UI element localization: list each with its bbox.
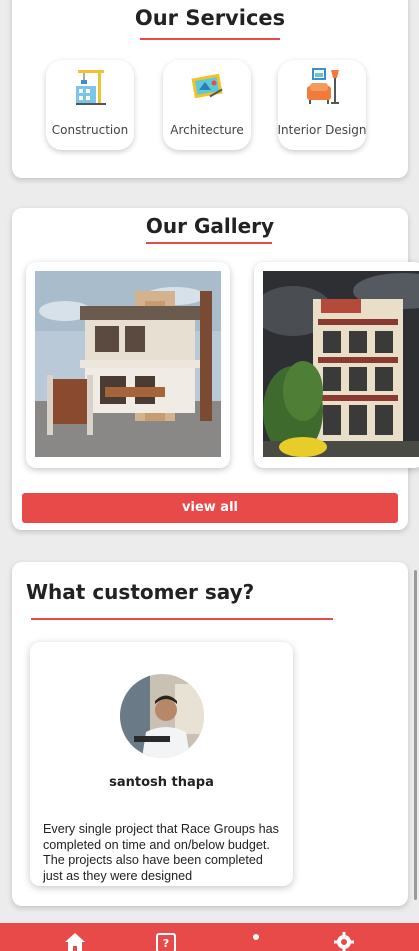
gallery-card: Our Gallery view all	[12, 208, 419, 530]
construction-icon	[76, 70, 106, 105]
services-card: Our Services Construction Architecture I…	[12, 0, 408, 178]
service-label: Construction	[51, 123, 129, 137]
architecture-icon	[191, 73, 223, 99]
scrollbar[interactable]	[414, 570, 417, 900]
gallery-item-building[interactable]	[254, 262, 419, 468]
interior-design-icon	[307, 68, 339, 104]
gallery-underline	[146, 242, 272, 244]
testimonial-quote: Every single project that Race Groups ha…	[43, 822, 279, 883]
service-architecture[interactable]: Architecture	[163, 60, 251, 150]
help-icon[interactable]: ?	[155, 931, 177, 951]
testimonials-card: What customer say? santosh thapa Every s…	[12, 562, 408, 906]
testimonials-title: What customer say?	[26, 580, 255, 604]
testimonial-author: santosh thapa	[109, 775, 214, 790]
gallery-item-house[interactable]	[26, 262, 230, 468]
home-icon[interactable]	[64, 931, 86, 951]
building-photo	[263, 271, 419, 457]
avatar	[120, 674, 204, 758]
service-construction[interactable]: Construction	[46, 60, 134, 150]
bottom-navigation: ?	[0, 923, 419, 951]
view-all-button[interactable]: view all	[22, 493, 398, 523]
services-title: Our Services	[134, 6, 286, 30]
gallery-title: Our Gallery	[145, 214, 275, 238]
testimonial-item[interactable]: santosh thapa Every single project that …	[30, 642, 293, 886]
service-label: Architecture	[170, 123, 244, 137]
svg-text:?: ?	[163, 937, 169, 950]
services-underline	[140, 38, 280, 40]
service-label: Interior Design	[277, 123, 367, 137]
house-photo	[35, 271, 221, 457]
info-icon[interactable]	[245, 931, 267, 951]
testimonials-underline	[31, 618, 333, 620]
service-interior-design[interactable]: Interior Design	[277, 60, 367, 150]
settings-icon[interactable]	[333, 931, 355, 951]
